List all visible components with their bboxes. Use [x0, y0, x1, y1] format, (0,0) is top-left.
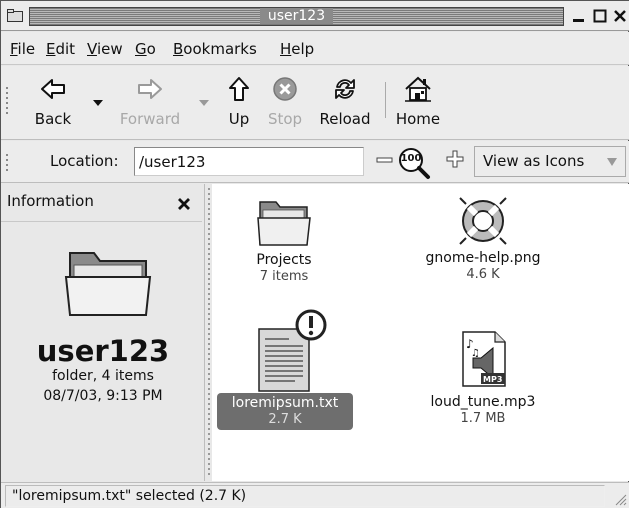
resize-grip-icon[interactable]: [613, 492, 627, 506]
file-meta: 2.7 K: [268, 412, 302, 427]
file-name: Projects: [256, 252, 312, 268]
location-grip[interactable]: [6, 151, 10, 174]
folder-modified: 08/7/03, 9:13 PM: [43, 388, 163, 404]
lifebuoy-icon: [459, 197, 507, 245]
menu-go[interactable]: Go: [135, 40, 156, 58]
file-name: gnome-help.png: [425, 250, 541, 266]
important-emblem-icon: [295, 309, 327, 341]
zoom-level-text: 100: [400, 153, 422, 164]
title-bar[interactable]: user123: [1, 1, 629, 31]
zoom-level-button[interactable]: 100: [394, 146, 438, 180]
minimize-icon: [573, 19, 584, 22]
status-bar: "loremipsum.txt" selected (2.7 K): [1, 482, 629, 508]
forward-history-dropdown[interactable]: [199, 100, 209, 106]
close-icon: [614, 10, 626, 22]
file-manager-window: user123 File Edit View Go Bookmarks Help…: [0, 0, 629, 508]
menu-help[interactable]: Help: [280, 40, 314, 58]
arrow-left-icon: [41, 79, 65, 99]
menu-bar: File Edit View Go Bookmarks Help: [1, 32, 629, 65]
chevron-down-icon: [607, 158, 617, 166]
reload-button[interactable]: Reload: [314, 74, 376, 128]
file-name: loud_tune.mp3: [430, 394, 536, 410]
svg-text:♫: ♫: [471, 348, 480, 359]
close-pane-icon[interactable]: [177, 197, 191, 211]
side-pane-title: Information: [7, 192, 94, 210]
minimize-button[interactable]: [570, 7, 588, 25]
zoom-in-icon[interactable]: [445, 146, 465, 176]
reload-label: Reload: [319, 110, 371, 128]
location-label: Location:: [50, 152, 119, 170]
toolbar: Back Forward Up Stop Reload Home: [1, 66, 629, 140]
stop-icon: [273, 77, 297, 101]
mp3-audio-icon: ♪ ♫ MP3: [462, 331, 506, 387]
information-side-pane: Information user123 folder, 4 items 08/7…: [1, 184, 205, 481]
close-button[interactable]: [612, 7, 628, 25]
file-meta: 4.6 K: [466, 267, 500, 282]
arrow-up-icon: [229, 77, 249, 101]
file-name: loremipsum.txt: [231, 395, 339, 411]
menu-file[interactable]: File: [10, 40, 35, 58]
selected-label: loremipsum.txt 2.7 K: [217, 393, 353, 430]
forward-label: Forward: [119, 110, 181, 128]
reload-icon: [335, 79, 355, 99]
folder-icon: [257, 201, 311, 246]
menu-bookmarks[interactable]: Bookmarks: [173, 40, 257, 58]
file-meta: 1.7 MB: [460, 411, 506, 426]
view-as-dropdown[interactable]: View as Icons: [474, 146, 626, 177]
file-meta: 7 items: [259, 269, 309, 284]
up-button[interactable]: Up: [222, 74, 256, 128]
arrow-right-icon: [138, 79, 162, 99]
toolbar-grip[interactable]: [6, 84, 10, 117]
back-history-dropdown[interactable]: [93, 100, 103, 106]
home-label: Home: [395, 110, 441, 128]
window-title: user123: [259, 8, 334, 24]
maximize-button[interactable]: [591, 7, 609, 25]
location-input[interactable]: [134, 147, 364, 176]
file-item-projects[interactable]: Projects 7 items: [234, 198, 334, 285]
svg-text:MP3: MP3: [483, 375, 502, 384]
back-label: Back: [34, 110, 72, 128]
file-item-loud-tune[interactable]: ♪ ♫ MP3 loud_tune.mp3 1.7 MB: [418, 328, 548, 427]
location-bar: Location: 100 View as Icons: [1, 141, 629, 183]
menu-edit[interactable]: Edit: [46, 40, 75, 58]
back-button[interactable]: Back: [23, 74, 83, 128]
window-menu-icon[interactable]: [7, 9, 23, 22]
folder-info: folder, 4 items: [52, 368, 154, 384]
zoom-out-icon[interactable]: [375, 146, 395, 176]
stop-button[interactable]: Stop: [265, 74, 305, 128]
stop-label: Stop: [267, 110, 303, 128]
menu-view[interactable]: View: [87, 40, 123, 58]
view-as-label: View as Icons: [483, 152, 585, 170]
folder-large-icon: [64, 252, 152, 316]
title-strip: user123: [29, 7, 564, 26]
file-icon-view[interactable]: Projects 7 items gnome-help.png 4.6 K lo…: [212, 184, 629, 481]
up-label: Up: [228, 110, 250, 128]
home-button[interactable]: Home: [392, 74, 444, 128]
folder-name: user123: [36, 334, 170, 368]
home-icon: [405, 76, 431, 102]
file-item-loremipsum[interactable]: loremipsum.txt 2.7 K: [217, 309, 353, 430]
file-item-gnome-help[interactable]: gnome-help.png 4.6 K: [408, 194, 558, 283]
maximize-icon: [593, 9, 607, 23]
toolbar-separator: [385, 82, 386, 118]
status-text: "loremipsum.txt" selected (2.7 K): [5, 485, 605, 507]
forward-button[interactable]: Forward: [112, 74, 188, 128]
